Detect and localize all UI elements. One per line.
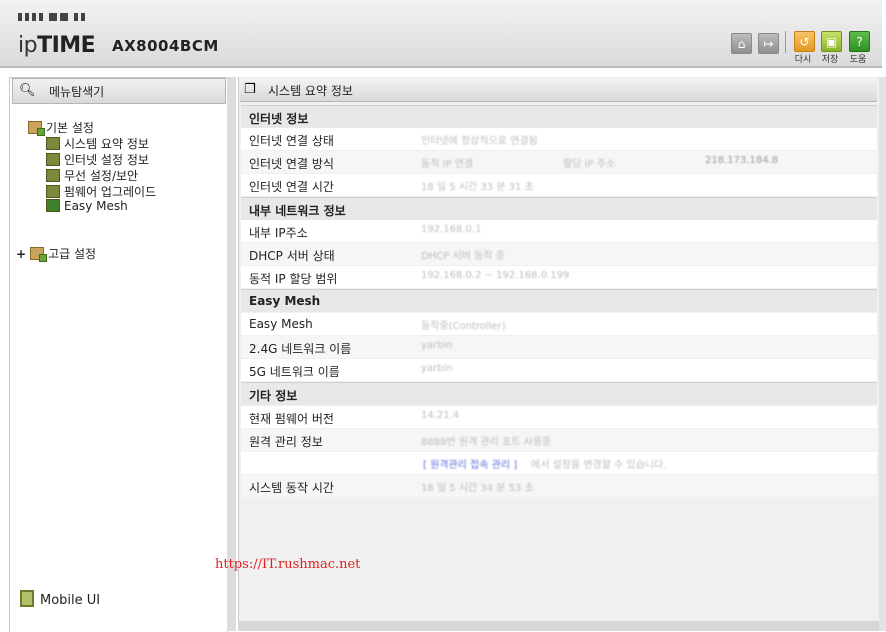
info-row: DHCP 서버 상태 DHCP 서버 동작 중	[241, 243, 877, 265]
sidebar-title: 메뉴탐색기	[49, 85, 105, 99]
info-row: 인터넷 연결 방식 동적 IP 연결 할당 IP 주소 218.173.184.8	[241, 151, 877, 173]
section-internet: 인터넷 정보	[241, 105, 877, 128]
logo-dots	[18, 13, 85, 21]
refresh-label: 다시	[794, 55, 812, 65]
mobile-ui-link[interactable]: Mobile UI	[20, 590, 100, 608]
tree-group-advanced[interactable]: + 고급 설정	[16, 245, 96, 262]
info-row: 인터넷 연결 상태 인터넷에 정상적으로 연결됨	[241, 128, 877, 150]
sidebar-header: 🔍︎ 메뉴탐색기	[12, 78, 226, 104]
save-label: 저장	[821, 55, 839, 65]
save-icon[interactable]: ▣	[821, 31, 842, 52]
help-icon[interactable]: ?	[849, 31, 870, 52]
folder-icon	[28, 121, 45, 136]
mesh-icon	[46, 199, 60, 212]
info-row: 시스템 동작 시간 18 일 5 시간 34 분 53 초	[241, 475, 877, 497]
tree-group-basic[interactable]: 기본 설정	[28, 119, 94, 136]
home-icon[interactable]: ⌂	[731, 33, 752, 54]
sidebar-item-firmware[interactable]: 펌웨어 업그레이드	[46, 183, 156, 200]
page-title: 시스템 요약 정보	[268, 84, 353, 98]
info-row: Easy Mesh 동작중(Controller)	[241, 313, 877, 335]
sidebar-item-system-summary[interactable]: 시스템 요약 정보	[46, 135, 149, 152]
upgrade-icon	[46, 185, 60, 198]
info-row: 내부 IP주소 192.168.0.1	[241, 220, 877, 242]
info-row: 2.4G 네트워크 이름 yarbin	[241, 336, 877, 358]
main-header: ❐ 시스템 요약 정보	[240, 79, 877, 102]
watermark-text: https://IT.rushmac.net	[215, 557, 361, 572]
expand-toggle[interactable]: +	[16, 247, 26, 261]
remote-access-link[interactable]: [ 원격관리 접속 관리 ]	[423, 456, 517, 471]
section-etc: 기타 정보	[241, 382, 877, 405]
info-row: 동적 IP 할당 범위 192.168.0.2 ~ 192.168.0.199	[241, 266, 877, 288]
refresh-icon[interactable]: ↺	[794, 31, 815, 52]
header-divider	[785, 31, 786, 53]
section-lan: 내부 네트워크 정보	[241, 197, 877, 220]
tree-group-label: 기본 설정	[46, 121, 94, 135]
logout-icon[interactable]: ↦	[758, 33, 779, 54]
sidebar-item-wireless[interactable]: 무선 설정/보안	[46, 167, 138, 184]
brand-logo: ipTIME	[18, 33, 96, 58]
sidebar-item-internet[interactable]: 인터넷 설정 정보	[46, 151, 149, 168]
horizontal-scrollbar[interactable]	[238, 621, 879, 631]
sidebar-item-easy-mesh[interactable]: Easy Mesh	[46, 199, 128, 213]
header-bar: ipTIME AX8004BCM ⌂ ↦ ↺ 다시 ▣ 저장 ? 도움	[0, 0, 882, 68]
monitor-icon	[46, 153, 60, 166]
section-easy-mesh: Easy Mesh	[241, 289, 877, 312]
wifi-icon	[46, 169, 60, 182]
info-row: 인터넷 연결 시간 18 일 5 시간 33 분 31 초	[241, 174, 877, 196]
search-icon: 🔍︎	[19, 83, 36, 98]
model-name: AX8004BCM	[112, 37, 219, 55]
folder-icon	[30, 247, 48, 262]
chart-icon	[46, 137, 60, 150]
info-row: 원격 관리 정보 8888번 원격 관리 포트 사용중	[241, 429, 877, 451]
mobile-icon	[20, 590, 34, 607]
help-label: 도움	[849, 55, 867, 65]
window-icon: ❐	[244, 82, 256, 97]
info-row: 5G 네트워크 이름 yarbin	[241, 359, 877, 381]
sidebar-scrollbar[interactable]	[227, 77, 236, 631]
info-row: [ 원격관리 접속 관리 ] 에서 설정을 변경할 수 있습니다.	[241, 452, 877, 474]
info-row: 현재 펌웨어 버전 14.21.4	[241, 406, 877, 428]
main-scrollbar[interactable]	[879, 77, 886, 631]
